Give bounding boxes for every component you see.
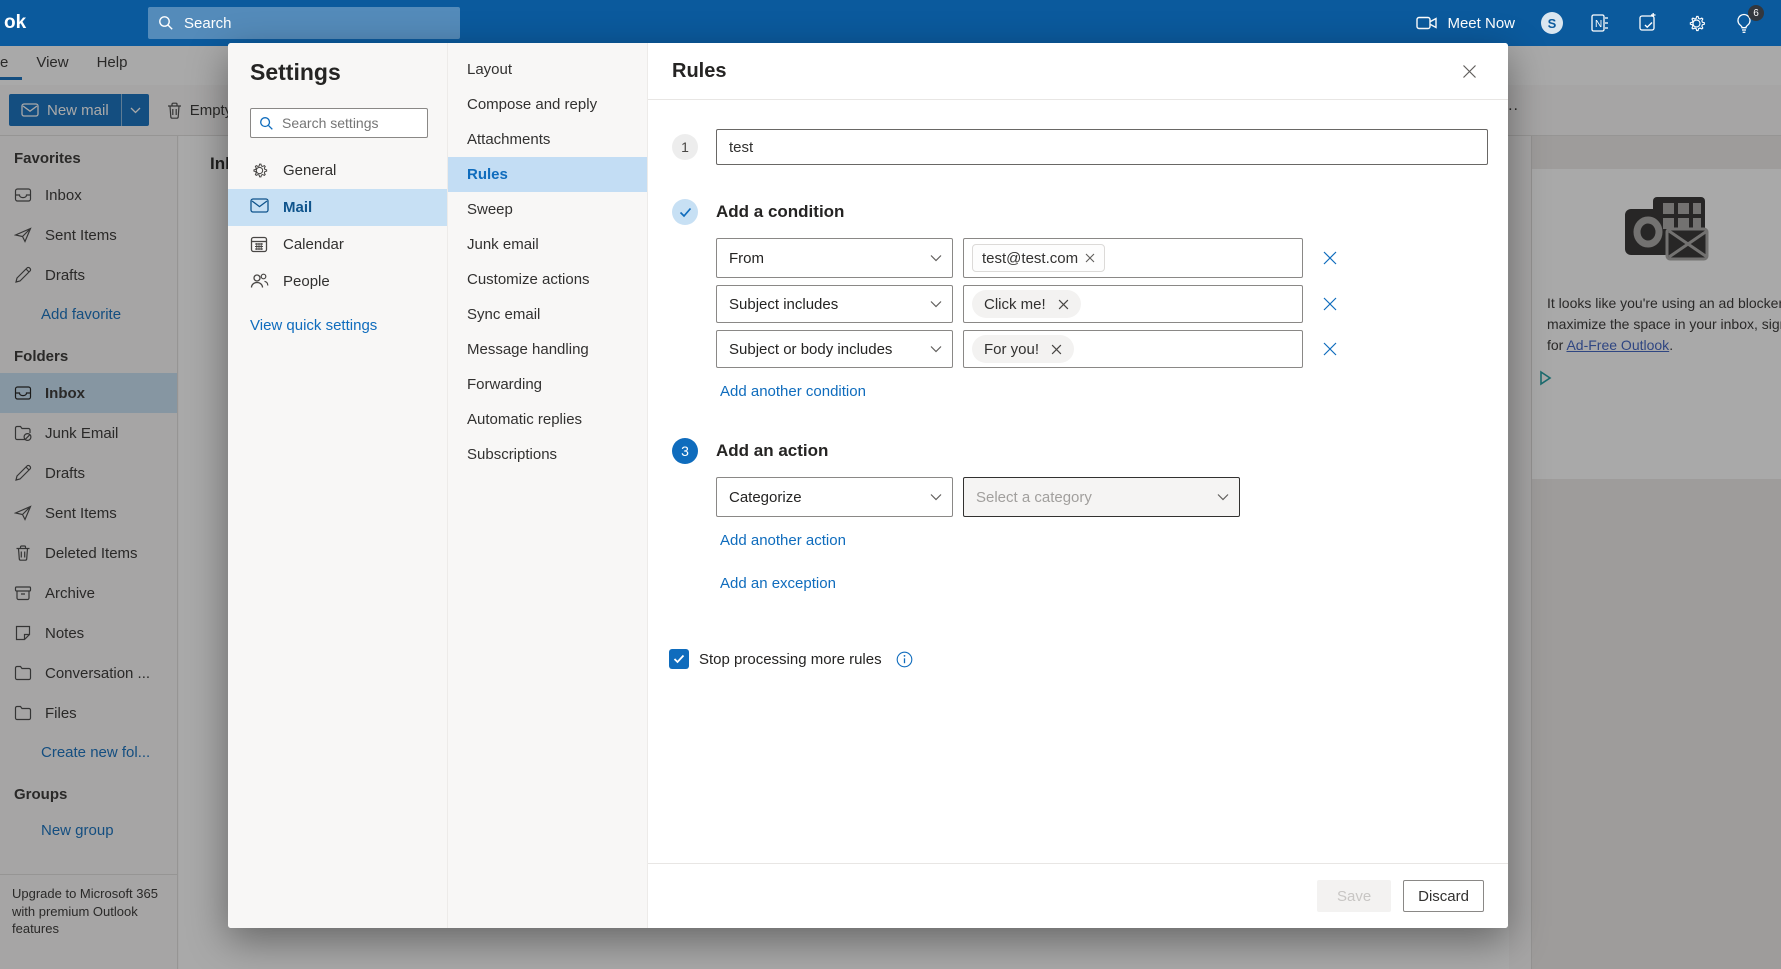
remove-pill-icon[interactable] <box>1058 299 1069 310</box>
condition-section: Add a condition From test@test.com Subje… <box>672 199 1484 401</box>
category-auto-replies[interactable]: Automatic replies <box>448 402 647 437</box>
rule-name-section: 1 <box>672 129 1488 165</box>
category-layout[interactable]: Layout <box>448 52 647 87</box>
chevron-down-icon <box>930 254 942 262</box>
recipient-pill[interactable]: test@test.com <box>972 244 1106 272</box>
mail-envelope-icon <box>250 198 269 217</box>
settings-nav-mail[interactable]: Mail <box>228 189 447 226</box>
settings-gear-icon <box>1686 13 1707 34</box>
condition-row: From test@test.com <box>716 238 1484 278</box>
category-attachments[interactable]: Attachments <box>448 122 647 157</box>
stop-processing-checkbox[interactable] <box>669 649 689 669</box>
category-select[interactable]: Select a category <box>963 477 1240 517</box>
rule-name-input[interactable] <box>716 129 1488 165</box>
condition-row: Subject includes Click me! <box>716 285 1484 323</box>
search-icon <box>158 15 174 31</box>
settings-nav-label: Calendar <box>283 236 344 253</box>
category-customize[interactable]: Customize actions <box>448 262 647 297</box>
settings-search-box[interactable] <box>250 108 428 138</box>
skype-icon: S <box>1541 12 1563 34</box>
save-button[interactable]: Save <box>1317 880 1392 912</box>
step-2-check-badge <box>672 199 698 225</box>
delete-condition-button[interactable] <box>1313 285 1347 323</box>
add-another-action-link[interactable]: Add another action <box>720 532 846 549</box>
category-compose[interactable]: Compose and reply <box>448 87 647 122</box>
condition-row: Subject or body includes For you! <box>716 330 1484 368</box>
remove-pill-icon[interactable] <box>1051 344 1062 355</box>
remove-pill-icon[interactable] <box>1085 253 1095 263</box>
settings-nav-calendar[interactable]: Calendar <box>228 226 447 263</box>
category-forwarding[interactable]: Forwarding <box>448 367 647 402</box>
search-icon <box>259 116 274 131</box>
action-type-select[interactable]: Categorize <box>716 477 953 517</box>
settings-nav-label: People <box>283 273 330 290</box>
gear-icon <box>250 161 269 180</box>
discard-button[interactable]: Discard <box>1403 880 1484 912</box>
settings-category-column: Layout Compose and reply Attachments Rul… <box>448 43 648 928</box>
settings-nav-people[interactable]: People <box>228 263 447 300</box>
onenote-icon: N <box>1590 13 1610 33</box>
stop-processing-row: Stop processing more rules <box>669 649 1484 669</box>
category-sync[interactable]: Sync email <box>448 297 647 332</box>
chevron-down-icon <box>930 345 942 353</box>
rules-panel: Rules 1 Add a condition From <box>648 43 1508 928</box>
condition-type-select[interactable]: Subject includes <box>716 285 953 323</box>
condition-value-field[interactable]: For you! <box>963 330 1303 368</box>
action-row: Categorize Select a category <box>716 477 1484 517</box>
calendar-check-icon <box>1638 13 1658 33</box>
step-1-badge: 1 <box>672 134 698 160</box>
meet-now-label: Meet Now <box>1447 14 1515 32</box>
category-sweep[interactable]: Sweep <box>448 192 647 227</box>
close-icon[interactable] <box>1454 56 1484 86</box>
condition-value-field[interactable]: Click me! <box>963 285 1303 323</box>
meet-now-button[interactable]: Meet Now <box>1416 15 1515 32</box>
info-icon[interactable] <box>896 651 913 668</box>
settings-nav-label: General <box>283 162 337 179</box>
category-junk[interactable]: Junk email <box>448 227 647 262</box>
skype-button[interactable]: S <box>1541 12 1563 34</box>
keyword-pill[interactable]: For you! <box>972 335 1075 363</box>
chevron-down-icon <box>930 300 942 308</box>
settings-search-input[interactable] <box>282 115 412 131</box>
add-action-heading: Add an action <box>716 441 829 460</box>
view-quick-settings-link[interactable]: View quick settings <box>250 317 435 334</box>
dialog-footer: Save Discard <box>648 863 1508 928</box>
step-3-badge: 3 <box>672 438 698 464</box>
search-placeholder-text: Search <box>184 14 232 32</box>
stop-processing-label: Stop processing more rules <box>699 650 882 668</box>
settings-nav-general[interactable]: General <box>228 152 447 189</box>
condition-type-select[interactable]: Subject or body includes <box>716 330 953 368</box>
video-camera-icon <box>1416 15 1438 31</box>
settings-nav-column: Settings General Mail Calendar <box>228 43 448 928</box>
chevron-down-icon <box>930 493 942 501</box>
svg-text:N: N <box>1595 19 1602 30</box>
people-icon <box>250 272 269 291</box>
add-condition-heading: Add a condition <box>716 202 845 221</box>
action-section: 3 Add an action Categorize Select a cate… <box>672 438 1484 593</box>
app-top-bar: ok Search Meet Now S N 6 <box>0 0 1781 46</box>
keyword-pill[interactable]: Click me! <box>972 290 1081 318</box>
settings-button[interactable] <box>1685 12 1707 34</box>
category-subscriptions[interactable]: Subscriptions <box>448 437 647 472</box>
category-rules[interactable]: Rules <box>448 157 647 192</box>
add-another-condition-link[interactable]: Add another condition <box>720 383 866 400</box>
delete-condition-button[interactable] <box>1313 330 1347 368</box>
settings-dialog: Settings General Mail Calendar <box>228 43 1508 928</box>
tips-button[interactable]: 6 <box>1733 5 1764 34</box>
global-search-box[interactable]: Search <box>148 7 460 39</box>
add-exception-link[interactable]: Add an exception <box>720 575 836 592</box>
settings-nav-label: Mail <box>283 199 313 216</box>
outlook-logo-partial[interactable]: ok <box>4 12 144 34</box>
onenote-button[interactable]: N <box>1589 12 1611 34</box>
category-message-handling[interactable]: Message handling <box>448 332 647 367</box>
tasks-button[interactable] <box>1637 12 1659 34</box>
delete-condition-button[interactable] <box>1313 238 1347 278</box>
settings-title: Settings <box>250 59 341 85</box>
rules-title: Rules <box>672 59 727 82</box>
chevron-down-icon <box>1217 493 1229 501</box>
condition-type-select[interactable]: From <box>716 238 953 278</box>
calendar-icon <box>250 235 269 254</box>
tips-count-badge: 6 <box>1748 5 1764 21</box>
condition-value-field[interactable]: test@test.com <box>963 238 1303 278</box>
